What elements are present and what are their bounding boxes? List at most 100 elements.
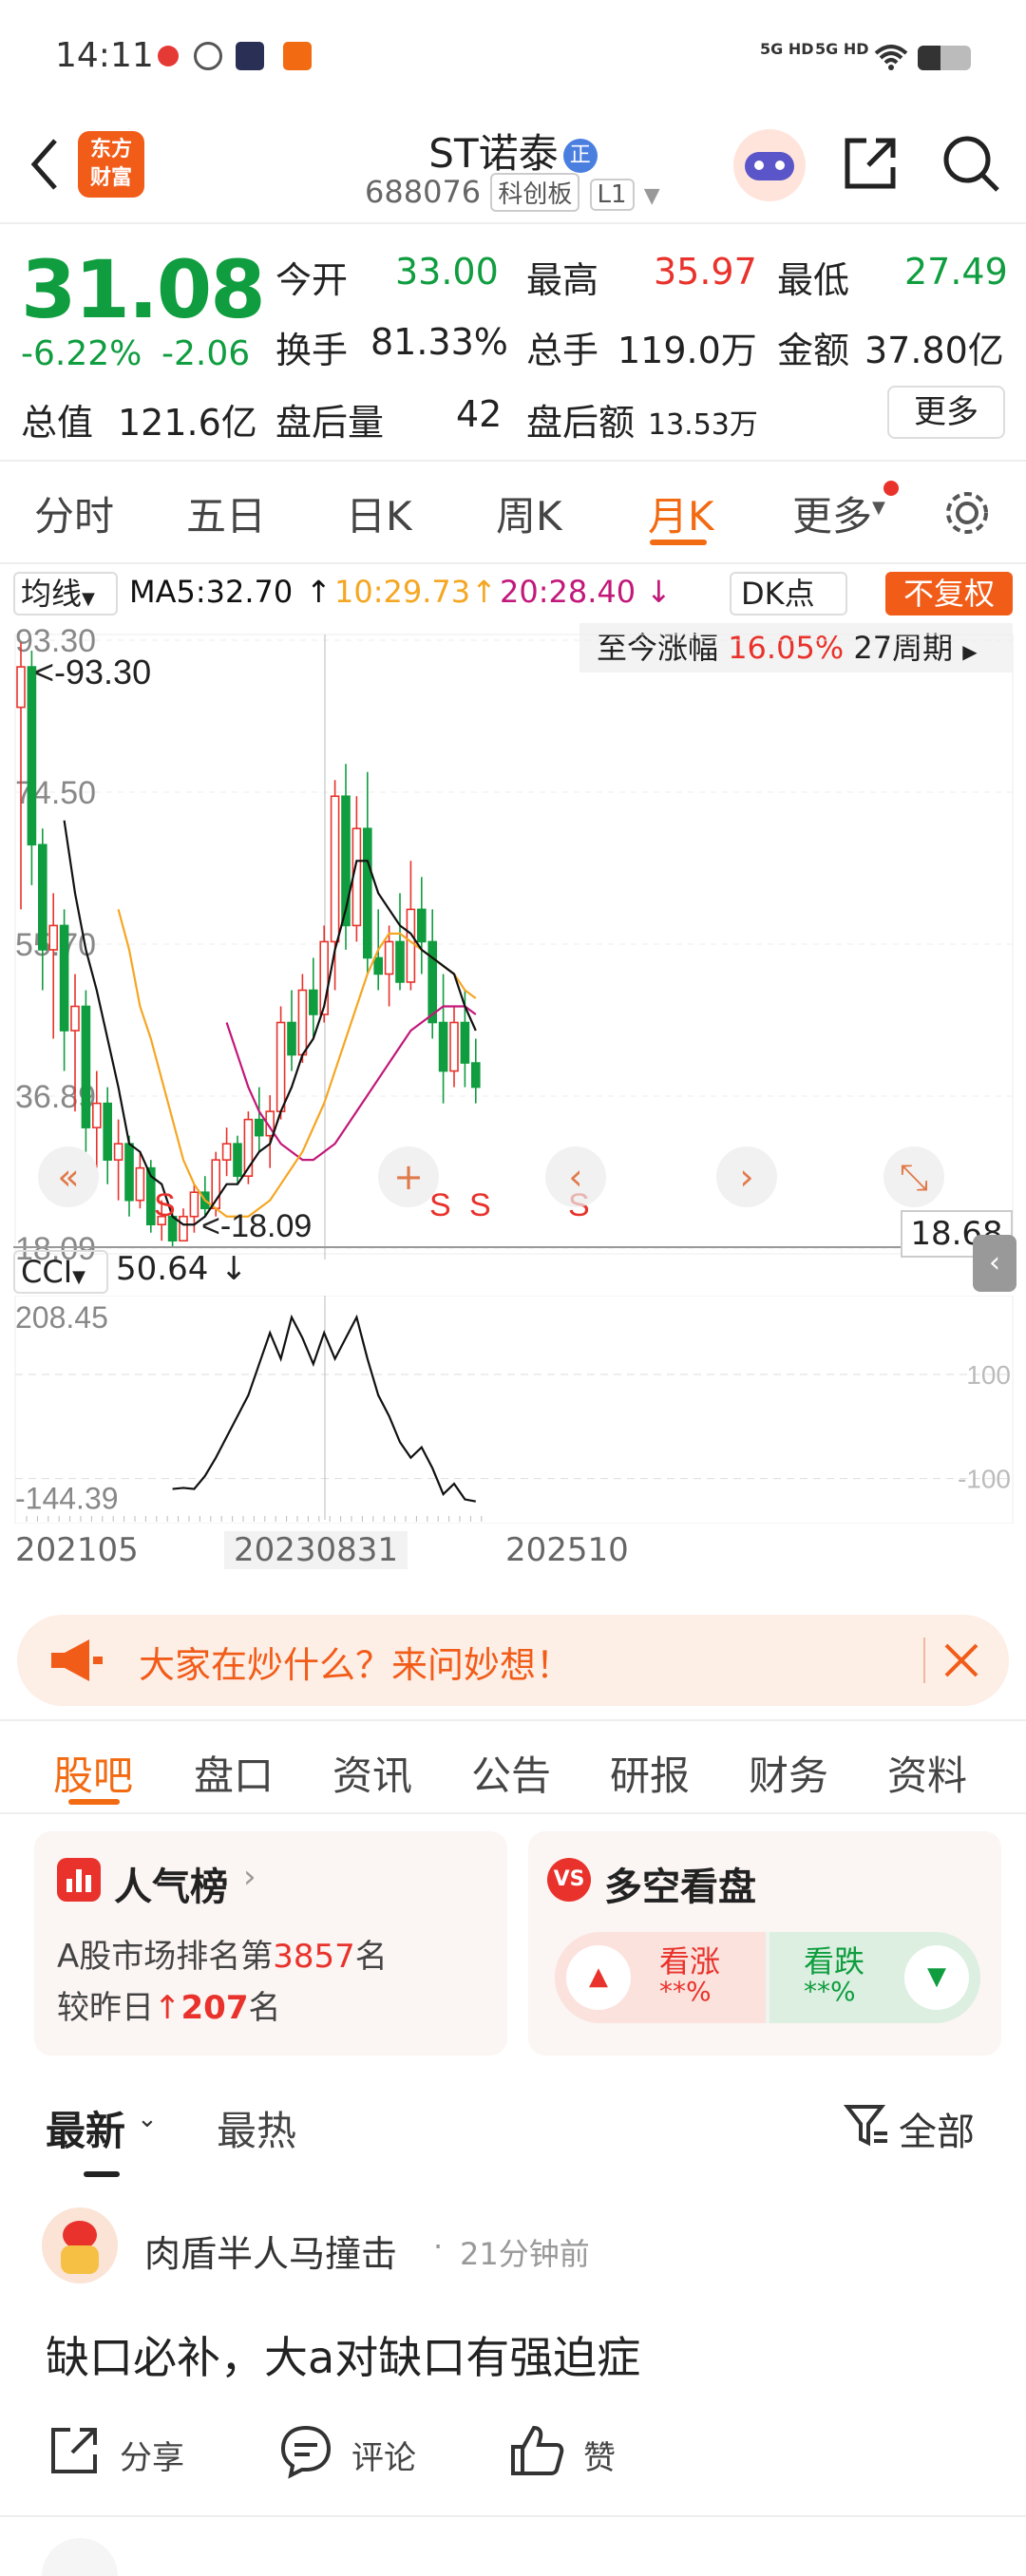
candle-body	[395, 940, 405, 983]
close-icon[interactable]	[939, 1638, 984, 1683]
comment-icon[interactable]	[277, 2422, 334, 2479]
tab-weekly-k[interactable]: 周K	[496, 484, 562, 542]
amount-value: 37.80亿	[864, 330, 1004, 371]
like-button[interactable]: 赞	[583, 2432, 616, 2478]
down-arrow-icon: ↓	[220, 1250, 248, 1288]
cci-select-label: CCI	[21, 1254, 73, 1290]
candle-body	[276, 1021, 286, 1112]
cci-frame	[14, 1296, 1014, 1524]
tab-research[interactable]: 研报	[610, 1744, 690, 1802]
ask-banner[interactable]: 大家在炒什么？来问妙想！	[17, 1615, 1009, 1706]
app-logo[interactable]: 东方 财富	[78, 131, 144, 198]
status-time: 14:11	[55, 36, 154, 75]
indicator-select[interactable]: 均线▼	[13, 572, 118, 616]
candle-body	[124, 1143, 134, 1202]
popularity-card[interactable]: 人气榜 › A股市场排名第3857名 较昨日↑207名	[34, 1831, 507, 2055]
candle-body	[330, 795, 340, 943]
cci-select[interactable]: CCI▼	[13, 1250, 108, 1294]
current-price: 31.08	[21, 243, 266, 336]
dk-point-label: DK点	[741, 576, 815, 612]
after-amount-label: 盘后额	[526, 402, 636, 444]
settings-gear-icon[interactable]	[940, 486, 994, 540]
tab-more[interactable]: 更多	[792, 484, 872, 542]
tab-profile[interactable]: 资料	[887, 1744, 967, 1802]
bull-up-icon: ▲	[566, 1945, 631, 2010]
candle-body	[438, 1021, 448, 1072]
tab-market[interactable]: 盘口	[194, 1744, 274, 1802]
tab-five-day[interactable]: 五日	[186, 484, 266, 542]
signal-label-1: 5G HD	[760, 40, 814, 58]
candle-body	[297, 989, 308, 1056]
tab-daily-k[interactable]: 日K	[346, 484, 412, 542]
cci-ref-low-label: -100	[958, 1465, 1011, 1494]
signal-s-label: S	[469, 1187, 491, 1223]
bull-bear-card[interactable]: VS 多空看盘 ▲ 看涨 **% 看跌 **% ▼	[528, 1831, 1001, 2055]
bear-side[interactable]: 看跌 **% ▼	[770, 1932, 980, 2023]
candle-body	[406, 908, 416, 983]
banner-text: 大家在炒什么？来问妙想！	[139, 1644, 573, 1686]
cci-ref-high-label: 100	[966, 1360, 1011, 1390]
ma10-label: 10:29.73	[334, 574, 471, 610]
indicator-select-label: 均线	[21, 576, 83, 612]
dk-point-select[interactable]: DK点	[730, 572, 847, 616]
author-avatar[interactable]	[42, 2207, 118, 2283]
candle-body	[470, 1062, 481, 1089]
share-icon[interactable]	[46, 2422, 103, 2479]
chart-nav-button[interactable]: «	[38, 1146, 99, 1207]
back-icon[interactable]	[23, 131, 65, 198]
chart-nav-button[interactable]: ‹	[545, 1146, 606, 1207]
filter-icon[interactable]	[844, 2101, 891, 2150]
vs-icon: VS	[547, 1858, 591, 1902]
candle-body	[308, 989, 318, 1015]
tab-news[interactable]: 资讯	[332, 1744, 412, 1802]
tab-announcements[interactable]: 公告	[471, 1744, 551, 1802]
tab-intraday[interactable]: 分时	[34, 484, 114, 542]
stock-code-row[interactable]: 688076 科创板 L1 ▼	[365, 173, 660, 212]
share-icon[interactable]	[840, 133, 901, 194]
post-time: 21分钟前	[460, 2236, 590, 2272]
wifi-icon	[874, 45, 908, 70]
cci-top-label: 208.45	[15, 1300, 108, 1335]
candle-body	[135, 1166, 145, 1202]
chart-nav-button[interactable]: ⤡	[884, 1146, 944, 1207]
tab-guba[interactable]: 股吧	[53, 1744, 133, 1802]
high-value: 35.97	[654, 251, 757, 293]
adjust-button[interactable]: 不复权	[885, 572, 1013, 616]
open-label: 今开	[276, 259, 349, 301]
tab-latest[interactable]: 最新	[46, 2099, 125, 2157]
rank-prefix: A股市场排名第	[57, 1938, 274, 1976]
up-arrow-icon: ↑	[471, 574, 497, 610]
post-content[interactable]: 缺口必补，大a对缺口有强迫症	[46, 2323, 640, 2386]
bear-down-icon: ▼	[904, 1945, 969, 2010]
more-button[interactable]: 更多	[887, 386, 1005, 439]
filter-label[interactable]: 全部	[899, 2101, 975, 2156]
author-name[interactable]: 肉盾半人马撞击	[144, 2225, 397, 2277]
cci-chart[interactable]: 208.45 -144.39 100 -100	[0, 1296, 1026, 1524]
robot-assistant-icon[interactable]	[733, 129, 806, 201]
thumbs-up-icon[interactable]	[507, 2422, 566, 2479]
tab-hottest[interactable]: 最热	[217, 2099, 296, 2157]
after-amount-value: 13.53万	[648, 408, 758, 442]
next-post-avatar[interactable]	[42, 2538, 118, 2576]
chart-nav-button[interactable]: +	[378, 1146, 439, 1207]
app-logo-line2: 财富	[89, 166, 132, 190]
search-icon[interactable]	[939, 131, 1003, 196]
bull-side[interactable]: ▲ 看涨 **%	[555, 1932, 766, 2023]
comment-button[interactable]: 评论	[352, 2432, 416, 2478]
quote-panel: 31.08 -6.22% -2.06 今开 33.00 最高 35.97 最低 …	[0, 228, 1026, 456]
candle-body	[92, 1102, 102, 1128]
svg-text:‹: ‹	[568, 1156, 582, 1198]
candlestick-chart[interactable]: 93.3074.5055.7036.8918.09<-93.30<-18.09S…	[0, 621, 1026, 1286]
chart-nav-button[interactable]: ›	[716, 1146, 777, 1207]
post-item[interactable]: 肉盾半人马撞击 · 21分钟前 缺口必补，大a对缺口有强迫症 分享 评论 赞	[0, 2185, 1026, 2517]
rank-change-suffix: 名	[248, 1989, 281, 2027]
play-notification-icon	[236, 42, 264, 70]
registration-badge: 正	[562, 139, 598, 173]
active-tab-indicator	[650, 540, 707, 545]
collapse-panel-icon[interactable]: ‹	[973, 1235, 1016, 1292]
tab-finance[interactable]: 财务	[749, 1744, 828, 1802]
high-label: 最高	[526, 259, 599, 301]
tab-monthly-k[interactable]: 月K	[648, 484, 714, 542]
rank-value: 3857	[273, 1938, 355, 1976]
share-button[interactable]: 分享	[120, 2432, 184, 2478]
